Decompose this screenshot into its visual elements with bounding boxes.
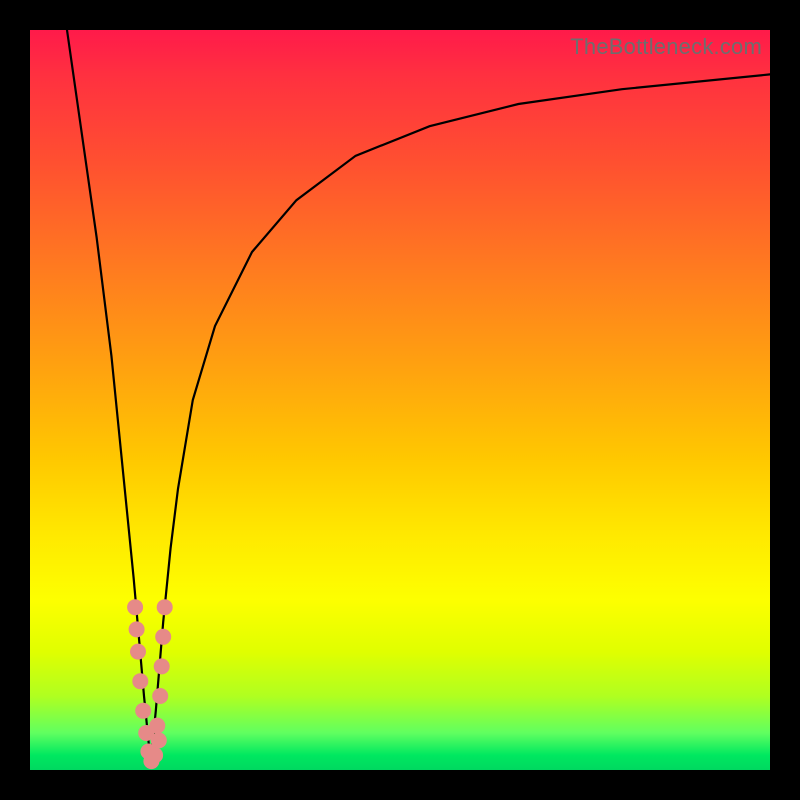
data-point — [155, 629, 171, 645]
data-point — [129, 621, 145, 637]
data-point — [157, 599, 173, 615]
chart-frame: TheBottleneck.com — [0, 0, 800, 800]
data-point — [149, 718, 165, 734]
plot-area: TheBottleneck.com — [30, 30, 770, 770]
data-point — [132, 673, 148, 689]
data-point — [127, 599, 143, 615]
chart-svg — [30, 30, 770, 770]
data-point — [147, 747, 163, 763]
data-point — [154, 658, 170, 674]
curve-right-branch — [151, 74, 770, 762]
data-point — [152, 688, 168, 704]
data-point — [151, 732, 167, 748]
data-point — [130, 644, 146, 660]
data-point — [135, 703, 151, 719]
marker-cluster — [127, 599, 173, 769]
watermark-text: TheBottleneck.com — [570, 34, 762, 60]
